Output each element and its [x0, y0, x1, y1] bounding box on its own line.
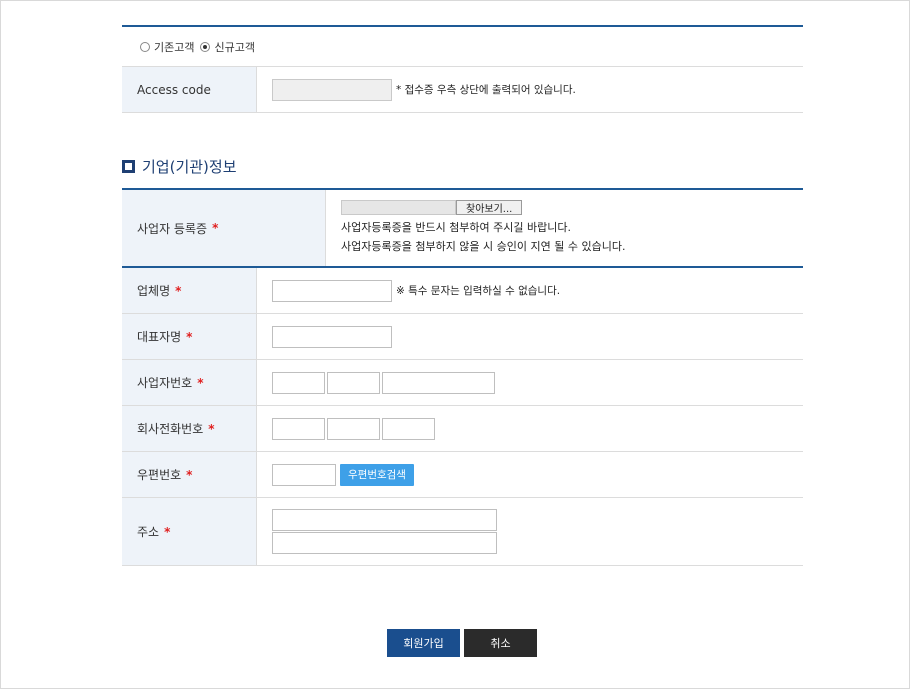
address-label-text: 주소 [137, 525, 160, 539]
company-name-note: ※ 특수 문자는 입력하실 수 없습니다. [396, 285, 561, 297]
company-name-input[interactable] [272, 279, 392, 302]
phone-row: 회사전화번호 * [122, 406, 803, 452]
section-title: 기업(기관)정보 [122, 156, 237, 177]
business-cert-label: 사업자 등록증 * [122, 190, 326, 266]
biz-number-input-3[interactable] [382, 371, 495, 394]
required-mark: * [175, 283, 182, 298]
access-code-input[interactable] [272, 78, 392, 101]
file-path-field[interactable] [341, 200, 456, 215]
ceo-name-label: 대표자명 * [122, 314, 257, 359]
square-bullet-icon [122, 160, 135, 173]
business-cert-label-text: 사업자 등록증 [137, 221, 208, 236]
address-input-1[interactable] [272, 509, 497, 531]
required-mark: * [164, 524, 171, 539]
required-mark: * [186, 467, 193, 482]
cancel-button[interactable]: 취소 [464, 629, 537, 657]
phone-input-2[interactable] [327, 417, 380, 440]
company-name-label-text: 업체명 [137, 284, 171, 298]
access-code-label: Access code [122, 67, 257, 112]
ceo-name-row: 대표자명 * [122, 314, 803, 360]
radio-new-customer-label[interactable]: 신규고객 [214, 39, 254, 55]
required-mark: * [197, 375, 204, 390]
phone-input-3[interactable] [382, 417, 435, 440]
biz-number-input-2[interactable] [327, 371, 380, 394]
address-label: 주소 * [122, 498, 257, 565]
business-cert-help-2: 사업자등록증을 첨부하지 않을 시 승인이 지연 될 수 있습니다. [341, 240, 626, 253]
business-cert-help-1: 사업자등록증을 반드시 첨부하여 주시길 바랍니다. [341, 221, 572, 234]
address-row: 주소 * [122, 498, 803, 566]
company-name-row: 업체명 * ※ 특수 문자는 입력하실 수 없습니다. [122, 268, 803, 314]
radio-existing-customer-label[interactable]: 기존고객 [154, 39, 194, 55]
required-mark: * [208, 421, 215, 436]
zipcode-input[interactable] [272, 463, 336, 486]
access-code-note: * 접수증 우측 상단에 출력되어 있습니다. [396, 84, 576, 96]
customer-type-radio-group: 기존고객 신규고객 [122, 27, 803, 67]
zipcode-row: 우편번호 * 우편번호검색 [122, 452, 803, 498]
required-mark: * [212, 221, 219, 235]
phone-input-1[interactable] [272, 417, 325, 440]
form-actions: 회원가입 취소 [387, 629, 541, 657]
phone-label: 회사전화번호 * [122, 406, 257, 451]
radio-existing-customer[interactable] [140, 41, 150, 52]
join-button[interactable]: 회원가입 [387, 629, 460, 657]
biz-number-input-1[interactable] [272, 371, 325, 394]
required-mark: * [186, 329, 193, 344]
ceo-name-label-text: 대표자명 [137, 330, 182, 344]
biz-number-label: 사업자번호 * [122, 360, 257, 405]
zipcode-label-text: 우편번호 [137, 468, 182, 482]
company-name-label: 업체명 * [122, 268, 257, 313]
customer-type-table: 기존고객 신규고객 Access code * 접수증 우측 상단에 출력되어 … [122, 25, 803, 113]
file-upload: 찾아보기... 사업자등록증을 반드시 첨부하여 주시길 바랍니다. 사업자등록… [341, 200, 625, 256]
zipcode-label: 우편번호 * [122, 452, 257, 497]
zipcode-search-button[interactable]: 우편번호검색 [340, 463, 414, 486]
address-input-2[interactable] [272, 532, 497, 554]
radio-new-customer[interactable] [200, 41, 211, 52]
browse-button[interactable]: 찾아보기... [456, 200, 523, 215]
phone-label-text: 회사전화번호 [137, 422, 204, 436]
business-cert-row: 사업자 등록증 * 찾아보기... 사업자등록증을 반드시 첨부하여 주시길 바… [122, 190, 803, 268]
ceo-name-input[interactable] [272, 325, 392, 348]
access-code-row: Access code * 접수증 우측 상단에 출력되어 있습니다. [122, 67, 803, 113]
company-info-table: 사업자 등록증 * 찾아보기... 사업자등록증을 반드시 첨부하여 주시길 바… [122, 188, 803, 566]
biz-number-row: 사업자번호 * [122, 360, 803, 406]
section-title-text: 기업(기관)정보 [142, 158, 237, 176]
biz-number-label-text: 사업자번호 [137, 376, 193, 390]
